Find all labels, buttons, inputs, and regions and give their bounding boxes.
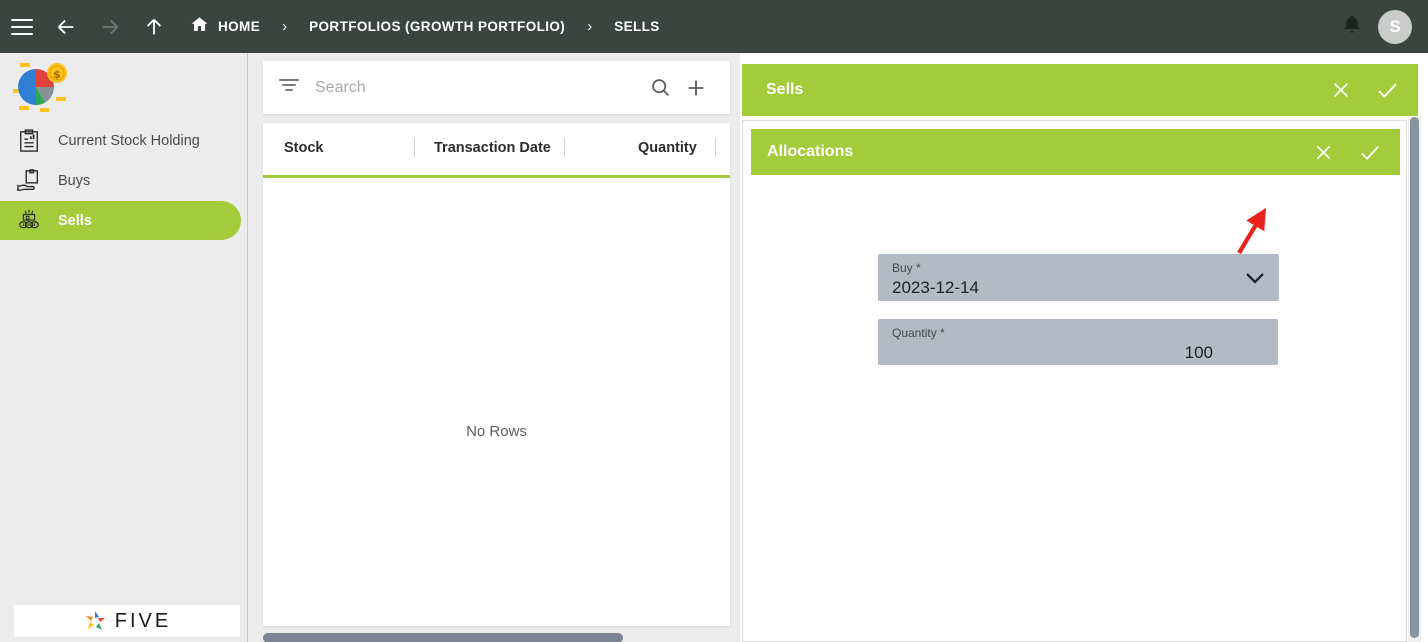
table-accent-rule	[263, 175, 730, 178]
breadcrumb-item-home[interactable]: HOME	[190, 15, 260, 39]
arrow-left-icon[interactable]	[44, 0, 88, 53]
allocations-card: Allocations Buy * 2023-12-14 Quantity * …	[742, 120, 1407, 642]
sidebar-item-label: Buys	[58, 172, 91, 189]
close-icon[interactable]	[1318, 79, 1364, 101]
avatar[interactable]: S	[1378, 9, 1412, 44]
sidebar-nav: Current Stock Holding Buys Sells	[0, 121, 248, 241]
sidebar: $ Current Stock Holding Buys Sells FIVE	[0, 53, 248, 642]
search-bar	[263, 61, 730, 114]
column-header-transaction-date[interactable]: Transaction Date	[434, 140, 551, 156]
detail-panel: Sells Allocations Buy * 2023-12-14 Quant…	[740, 53, 1428, 642]
quantity-field-label: Quantity *	[892, 326, 945, 340]
breadcrumb-separator: ›	[282, 18, 288, 35]
plus-icon[interactable]	[678, 77, 714, 99]
column-divider[interactable]	[564, 138, 565, 157]
five-logo-text: FIVE	[114, 609, 172, 632]
empty-state-message: No Rows	[466, 423, 527, 440]
breadcrumb-separator: ›	[587, 18, 593, 35]
horizontal-scrollbar-track[interactable]	[263, 630, 730, 642]
horizontal-scrollbar-thumb[interactable]	[263, 633, 623, 642]
buy-field-label: Buy *	[892, 261, 921, 275]
allocations-panel-header: Allocations	[751, 129, 1400, 175]
home-icon	[190, 15, 209, 39]
sidebar-item-buys[interactable]: Buys	[0, 161, 241, 200]
bell-icon[interactable]	[1342, 13, 1362, 40]
sidebar-item-sells[interactable]: Sells	[0, 201, 241, 240]
list-column: Stock Transaction Date Quantity No Rows	[248, 53, 740, 642]
top-navigation-bar: HOME › PORTFOLIOS (GROWTH PORTFOLIO) › S…	[0, 0, 1428, 53]
column-divider[interactable]	[414, 138, 415, 157]
breadcrumb-item-sells[interactable]: SELLS	[614, 19, 660, 34]
pie-chart-coin-logo: $	[12, 61, 70, 115]
filter-icon[interactable]	[279, 78, 301, 97]
sells-panel-title: Sells	[766, 81, 804, 98]
vertical-scrollbar-track[interactable]	[1408, 117, 1421, 642]
quantity-field-value: 100	[1184, 343, 1213, 362]
quantity-field[interactable]: Quantity * 100	[878, 319, 1278, 365]
avatar-initial: S	[1389, 16, 1401, 36]
sells-panel-header: Sells	[742, 64, 1418, 116]
records-table: Stock Transaction Date Quantity No Rows	[263, 123, 730, 626]
table-header-row: Stock Transaction Date Quantity	[263, 123, 730, 175]
hamburger-menu-icon[interactable]	[0, 0, 44, 53]
chevron-down-icon[interactable]	[1245, 272, 1265, 290]
arrow-right-icon[interactable]	[88, 0, 132, 53]
breadcrumb-item-portfolios[interactable]: PORTFOLIOS (GROWTH PORTFOLIO)	[309, 19, 565, 34]
svg-text:$: $	[53, 68, 61, 81]
buy-field-value: 2023-12-14	[892, 278, 979, 297]
clipboard-report-icon	[14, 126, 44, 156]
search-input[interactable]	[315, 78, 642, 97]
five-brand-logo: FIVE	[14, 605, 240, 637]
sidebar-item-current-stock-holding[interactable]: Current Stock Holding	[0, 121, 241, 160]
app-root: HOME › PORTFOLIOS (GROWTH PORTFOLIO) › S…	[0, 0, 1428, 642]
allocations-panel-title: Allocations	[767, 143, 854, 160]
arrow-up-icon[interactable]	[132, 0, 176, 53]
topbar-right-actions: S	[1342, 0, 1412, 53]
sidebar-item-label: Current Stock Holding	[58, 132, 200, 149]
close-icon[interactable]	[1300, 142, 1346, 163]
column-divider[interactable]	[715, 138, 716, 157]
check-icon[interactable]	[1346, 141, 1392, 164]
check-icon[interactable]	[1364, 78, 1410, 102]
money-stack-icon	[14, 206, 44, 236]
sidebar-item-label: Sells	[58, 212, 92, 229]
search-icon[interactable]	[642, 77, 678, 98]
column-header-quantity[interactable]: Quantity	[638, 140, 697, 156]
breadcrumb-label-home: HOME	[218, 19, 261, 34]
buy-dropdown-field[interactable]: Buy * 2023-12-14	[878, 254, 1279, 301]
column-header-stock[interactable]: Stock	[284, 140, 324, 156]
hand-clipboard-icon	[14, 166, 44, 196]
vertical-scrollbar-thumb[interactable]	[1410, 117, 1419, 638]
